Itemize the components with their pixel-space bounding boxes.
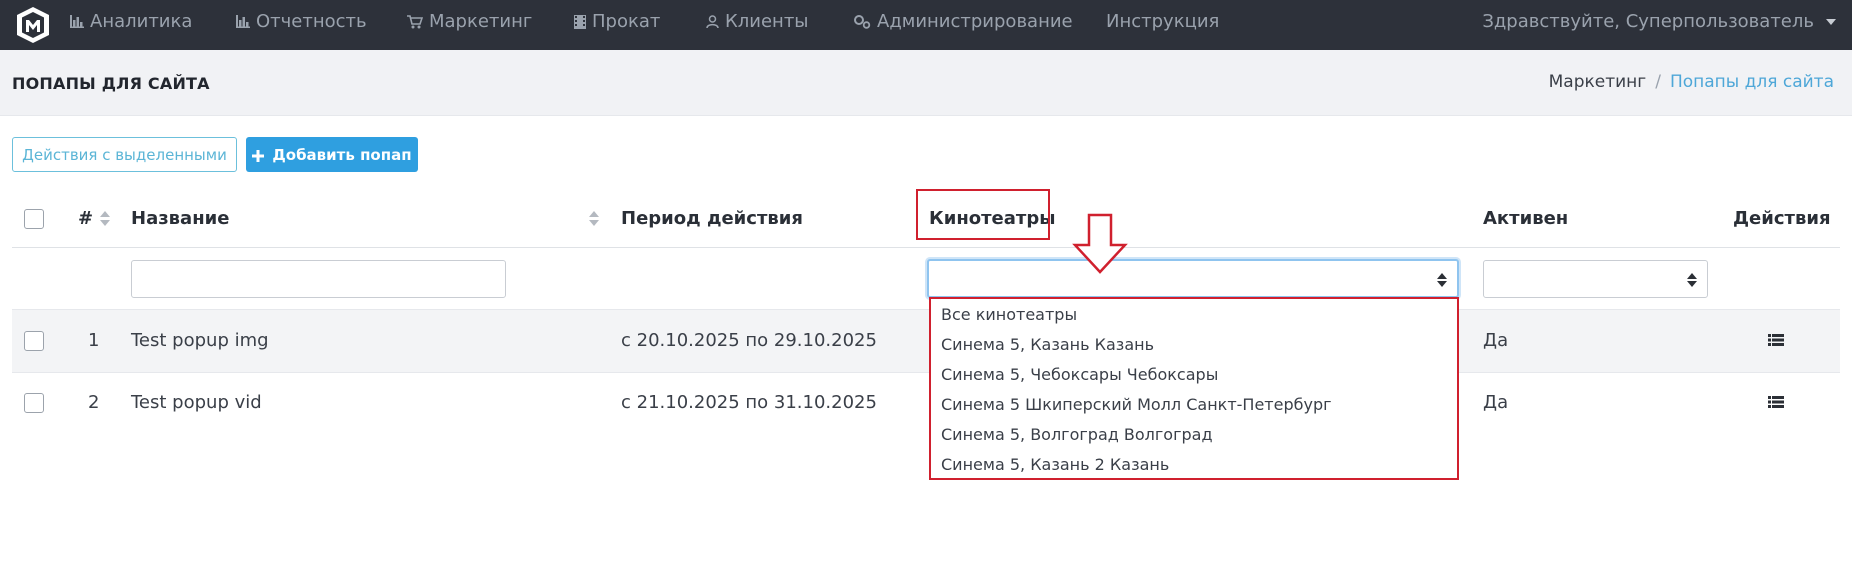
add-popup-button[interactable]: Добавить попап bbox=[246, 137, 418, 172]
cart-icon bbox=[407, 14, 423, 29]
page-title: ПОПАПЫ ДЛЯ САЙТА bbox=[12, 74, 210, 93]
row-id: 2 bbox=[88, 392, 100, 413]
row-active: Да bbox=[1483, 330, 1509, 351]
dropdown-option[interactable]: Синема 5 Шкиперский Молл Санкт-Петербург bbox=[941, 395, 1332, 414]
row-checkbox[interactable] bbox=[24, 393, 44, 413]
row-period: с 20.10.2025 по 29.10.2025 bbox=[621, 330, 877, 351]
gears-icon bbox=[853, 14, 871, 29]
column-header-actions: Действия bbox=[1733, 208, 1831, 229]
row-id: 1 bbox=[88, 330, 100, 351]
select-arrows-icon bbox=[1437, 273, 1447, 287]
nav-item-administration[interactable]: Администрирование bbox=[853, 0, 1073, 43]
top-navbar: Аналитика Отчетность Маркетинг Прокат Кл… bbox=[0, 0, 1852, 50]
chevron-down-icon bbox=[1826, 18, 1836, 25]
table-row-bg bbox=[12, 310, 1840, 372]
column-header-period: Период действия bbox=[621, 208, 803, 229]
highlight-box bbox=[916, 189, 1050, 240]
nav-label: Инструкция bbox=[1106, 11, 1220, 32]
row-period: с 21.10.2025 по 31.10.2025 bbox=[621, 392, 877, 413]
column-header-active: Активен bbox=[1483, 208, 1569, 229]
nav-label: Клиенты bbox=[725, 11, 809, 32]
row-name: Test popup img bbox=[131, 330, 269, 351]
column-header-id[interactable]: # bbox=[78, 208, 93, 229]
cinemas-dropdown-list: Все кинотеатры Синема 5, Казань Казань С… bbox=[929, 297, 1459, 480]
dropdown-option[interactable]: Синема 5, Казань 2 Казань bbox=[941, 455, 1169, 474]
nav-item-instructions[interactable]: Инструкция bbox=[1106, 0, 1219, 43]
column-header-name[interactable]: Название bbox=[131, 208, 229, 229]
nav-item-reports[interactable]: Отчетность bbox=[236, 0, 367, 43]
dropdown-option[interactable]: Синема 5, Казань Казань bbox=[941, 335, 1154, 354]
row-checkbox[interactable] bbox=[24, 331, 44, 351]
nav-label: Администрирование bbox=[877, 11, 1073, 32]
nav-item-clients[interactable]: Клиенты bbox=[706, 0, 809, 43]
select-all-checkbox[interactable] bbox=[24, 209, 44, 229]
list-icon[interactable] bbox=[1768, 334, 1784, 346]
breadcrumb-item-current: Попапы для сайта bbox=[1669, 72, 1834, 92]
film-icon bbox=[574, 14, 586, 29]
user-greeting: Здравствуйте, Суперпользователь bbox=[1482, 11, 1814, 32]
user-menu[interactable]: Здравствуйте, Суперпользователь bbox=[1482, 0, 1836, 43]
breadcrumb: Маркетинг / Попапы для сайта bbox=[1549, 72, 1834, 92]
cinemas-filter-select[interactable] bbox=[927, 259, 1459, 298]
bulk-actions-button[interactable]: Действия с выделенными bbox=[12, 137, 237, 172]
sort-icon[interactable] bbox=[589, 211, 599, 227]
row-name: Test popup vid bbox=[131, 392, 262, 413]
breadcrumb-item-marketing[interactable]: Маркетинг bbox=[1549, 72, 1647, 92]
arrow-down-icon bbox=[1072, 213, 1128, 274]
nav-item-marketing[interactable]: Маркетинг bbox=[407, 0, 532, 43]
select-arrows-icon bbox=[1687, 273, 1697, 287]
header-divider bbox=[12, 247, 1840, 248]
user-icon bbox=[706, 15, 719, 28]
plus-icon bbox=[252, 145, 265, 165]
dropdown-option[interactable]: Синема 5, Чебоксары Чебоксары bbox=[941, 365, 1218, 384]
dropdown-option[interactable]: Все кинотеатры bbox=[941, 305, 1077, 324]
row-divider bbox=[12, 372, 1840, 373]
breadcrumb-separator: / bbox=[1655, 72, 1661, 92]
bar-chart-icon bbox=[70, 15, 84, 28]
row-active: Да bbox=[1483, 392, 1509, 413]
add-popup-label: Добавить попап bbox=[272, 145, 412, 164]
nav-item-rental[interactable]: Прокат bbox=[574, 0, 660, 43]
nav-label: Отчетность bbox=[256, 11, 367, 32]
nav-label: Прокат bbox=[592, 11, 661, 32]
nav-item-analytics[interactable]: Аналитика bbox=[70, 0, 192, 43]
name-filter-input[interactable] bbox=[131, 260, 506, 298]
nav-label: Аналитика bbox=[90, 11, 193, 32]
logo-icon[interactable] bbox=[16, 6, 50, 44]
nav-label: Маркетинг bbox=[429, 11, 533, 32]
sort-icon[interactable] bbox=[100, 211, 110, 227]
page-header: ПОПАПЫ ДЛЯ САЙТА Маркетинг / Попапы для са… bbox=[0, 50, 1852, 116]
dropdown-option[interactable]: Синема 5, Волгоград Волгоград bbox=[941, 425, 1213, 444]
active-filter-select[interactable] bbox=[1483, 260, 1708, 298]
bar-chart-icon bbox=[236, 15, 250, 28]
list-icon[interactable] bbox=[1768, 396, 1784, 408]
